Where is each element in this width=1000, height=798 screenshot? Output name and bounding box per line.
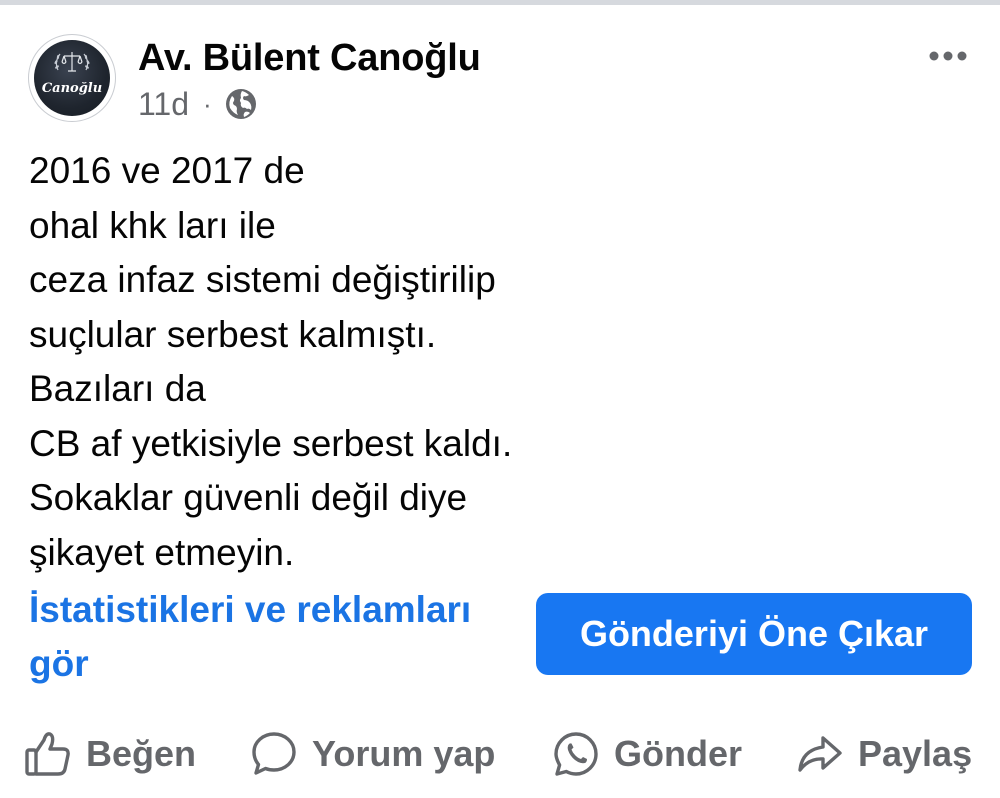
post-line: şikayet etmeyin.	[29, 531, 295, 573]
post-line: Sokaklar güvenli değil diye	[29, 477, 468, 518]
avatar[interactable]: Canoğlu	[28, 34, 116, 122]
avatar-image: Canoğlu	[34, 40, 110, 116]
post-line: CB af yetkisiyle serbest kaldı.	[29, 422, 513, 464]
post-line: suçlular serbest kalmıştı.	[29, 313, 437, 355]
post-line: ceza infaz sistemi değiştirilip	[29, 259, 496, 300]
author-name[interactable]: Av. Bülent Canoğlu	[138, 36, 481, 80]
comment-label: Yorum yap	[312, 733, 496, 774]
share-arrow-icon	[798, 736, 842, 772]
post-line: 2016 ve 2017 de	[29, 150, 305, 191]
comment-button[interactable]: Yorum yap	[248, 724, 495, 784]
post-meta: 11d ·	[138, 86, 258, 122]
post-line: ohal khk ları ile	[29, 204, 276, 246]
share-label: Paylaş	[858, 733, 973, 774]
like-button[interactable]: Beğen	[22, 724, 196, 784]
avatar-wordmark: Canoğlu	[42, 81, 102, 96]
post-time[interactable]: 11d	[138, 86, 189, 123]
thumbs-up-icon	[25, 732, 70, 776]
share-button[interactable]: Paylaş	[794, 724, 972, 784]
boost-post-button[interactable]: Gönderiyi Öne Çıkar	[536, 593, 972, 675]
comment-bubble-icon	[252, 732, 296, 775]
post-actions-bar: Beğen Yorum yap Gönder Paylaş	[22, 724, 982, 784]
more-horizontal-icon	[929, 51, 967, 61]
insights-and-ads-link[interactable]: İstatistikleri ve reklamları gör	[29, 583, 519, 691]
more-options-button[interactable]	[926, 44, 970, 68]
send-label: Gönder	[614, 733, 743, 774]
post-header: Canoğlu Av. Bülent Canoğlu 11d ·	[28, 34, 972, 124]
whatsapp-icon	[554, 732, 598, 776]
like-label: Beğen	[86, 733, 197, 774]
meta-separator: ·	[203, 89, 212, 119]
post-line: Bazıları da	[29, 368, 206, 409]
post-body: 2016 ve 2017 de ohal khk ları ile ceza i…	[29, 144, 959, 580]
send-button[interactable]: Gönder	[550, 724, 742, 784]
top-divider	[0, 0, 1000, 5]
globe-icon	[224, 87, 258, 121]
avatar-logo: Canoğlu	[42, 52, 102, 96]
